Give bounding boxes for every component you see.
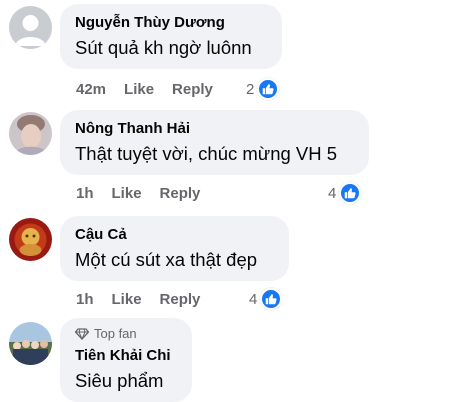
comment-timestamp[interactable]: 1h <box>76 291 94 308</box>
top-fan-badge: Top fan <box>75 326 177 342</box>
thumbs-up-icon <box>260 288 283 310</box>
avatar[interactable] <box>9 6 52 49</box>
comment-item: Cậu Cả Một cú sút xa thật đẹp 1h Like Re… <box>0 214 450 318</box>
reply-button[interactable]: Reply <box>160 291 201 308</box>
comment-actions: 1h Like Reply <box>76 185 200 202</box>
like-button[interactable]: Like <box>112 185 142 202</box>
reply-button[interactable]: Reply <box>172 81 213 98</box>
thumbs-up-icon <box>339 182 362 204</box>
comment-text: Thật tuyệt vời, chúc mừng VH 5 <box>75 143 338 164</box>
comment-item: Nông Thanh Hải Thật tuyệt vời, chúc mừng… <box>0 110 450 214</box>
comment-timestamp[interactable]: 1h <box>76 185 94 202</box>
comment-bubble: Nguyễn Thùy Dương Sút quả kh ngờ luônn <box>60 4 282 69</box>
comment-actions: 1h Like Reply <box>76 291 200 308</box>
comment-actions: 42m Like Reply <box>76 81 213 98</box>
top-fan-label: Top fan <box>94 326 137 341</box>
comment-bubble: Nông Thanh Hải Thật tuyệt vời, chúc mừng… <box>60 110 369 175</box>
like-button[interactable]: Like <box>112 291 142 308</box>
diamond-icon <box>75 328 89 340</box>
comment-text: Siêu phẩm <box>75 370 164 391</box>
avatar[interactable] <box>9 322 52 365</box>
comment-bubble: Cậu Cả Một cú sút xa thật đẹp <box>60 216 289 281</box>
comment-item: Top fan Tiên Khải Chi Siêu phẩm <box>0 318 450 402</box>
comment-author[interactable]: Cậu Cả <box>75 225 274 245</box>
comment-bubble: Top fan Tiên Khải Chi Siêu phẩm <box>60 318 192 402</box>
reaction-count: 4 <box>249 290 258 308</box>
profile-photo <box>9 218 52 261</box>
comment-text: Sút quả kh ngờ luônn <box>75 37 252 58</box>
comment-timestamp[interactable]: 42m <box>76 81 106 98</box>
reaction-summary[interactable]: 4 <box>328 182 362 204</box>
comment-text: Một cú sút xa thật đẹp <box>75 249 258 270</box>
reaction-summary[interactable]: 4 <box>249 288 283 310</box>
comment-author[interactable]: Tiên Khải Chi <box>75 346 177 366</box>
avatar[interactable] <box>9 112 52 155</box>
comment-author[interactable]: Nông Thanh Hải <box>75 119 354 139</box>
avatar[interactable] <box>9 218 52 261</box>
reaction-count: 2 <box>246 80 255 98</box>
comment-author[interactable]: Nguyễn Thùy Dương <box>75 13 267 33</box>
like-button[interactable]: Like <box>124 81 154 98</box>
profile-photo <box>9 322 52 365</box>
default-avatar-icon <box>9 6 52 49</box>
reply-button[interactable]: Reply <box>160 185 201 202</box>
comment-item: Nguyễn Thùy Dương Sút quả kh ngờ luônn 4… <box>0 0 450 110</box>
thumbs-up-icon <box>257 78 280 100</box>
profile-photo <box>9 112 52 155</box>
reaction-summary[interactable]: 2 <box>246 78 280 100</box>
reaction-count: 4 <box>328 184 337 202</box>
